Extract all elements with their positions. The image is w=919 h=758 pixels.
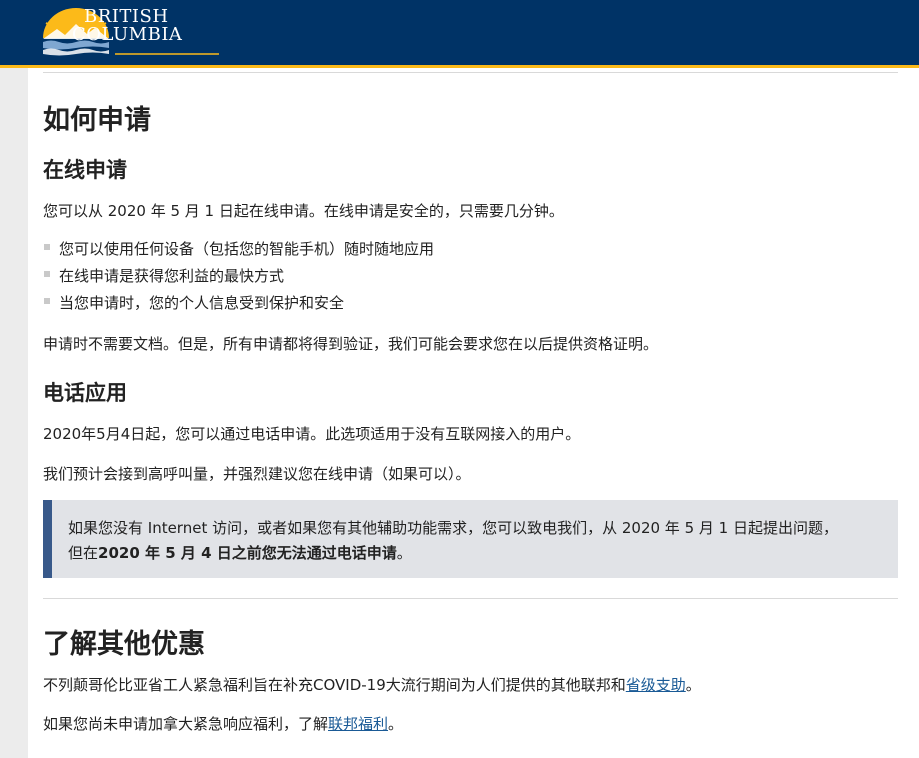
online-intro: 您可以从 2020 年 5 月 1 日起在线申请。在线申请是安全的，只需要几分钟… (43, 202, 564, 220)
section-divider (43, 598, 898, 599)
bullet-marker-icon (44, 271, 50, 277)
callout-line-1: 如果您没有 Internet 访问，或者如果您有其他辅助功能需求，您可以致电我们… (68, 519, 838, 537)
list-item: 当您申请时，您的个人信息受到保护和安全 (44, 292, 345, 313)
bullet-marker-icon (44, 244, 50, 250)
other-benefits-heading: 了解其他优惠 (43, 629, 205, 660)
federal-benefits-link[interactable]: 联邦福利 (328, 715, 388, 733)
list-item-text: 当您申请时，您的个人信息受到保护和安全 (59, 294, 345, 312)
page-title: 如何申请 (43, 105, 151, 136)
online-note: 申请时不需要文档。但是，所有申请都将得到验证，我们可能会要求您在以后提供资格证明… (43, 335, 659, 353)
other-paragraph-2: 如果您尚未申请加拿大紧急响应福利，了解联邦福利。 (43, 713, 403, 734)
phone-callout: 如果您没有 Internet 访问，或者如果您有其他辅助功能需求，您可以致电我们… (43, 500, 898, 578)
bc-logo-wordmark: BRITISH COLUMBIA (72, 8, 182, 44)
phone-paragraph-1: 2020年5月4日起，您可以通过电话申请。此选项适用于没有互联网接入的用户。 (43, 425, 581, 443)
logo-line-2: COLUMBIA (72, 24, 183, 45)
top-divider (43, 72, 898, 73)
online-heading: 在线申请 (43, 158, 127, 182)
list-item-text: 您可以使用任何设备（包括您的智能手机）随时随地应用 (59, 240, 435, 258)
other-p1-text: 不列颠哥伦比亚省工人紧急福利旨在补充COVID-19大流行期间为人们提供的其他联… (43, 676, 626, 694)
phone-paragraph-2: 我们预计会接到高呼叫量，并强烈建议您在线申请（如果可以）。 (43, 465, 471, 483)
bullet-marker-icon (44, 298, 50, 304)
callout-prefix: 但在 (68, 544, 99, 562)
list-item: 在线申请是获得您利益的最快方式 (44, 265, 285, 286)
site-header: BRITISH COLUMBIA (0, 0, 919, 68)
content-panel: 如何申请 在线申请 您可以从 2020 年 5 月 1 日起在线申请。在线申请是… (28, 68, 919, 758)
callout-suffix: 。 (396, 544, 412, 562)
callout-line-2: 但在2020 年 5 月 4 日之前您无法通过电话申请。 (68, 542, 412, 563)
phone-heading: 电话应用 (43, 381, 127, 405)
list-item: 您可以使用任何设备（包括您的智能手机）随时随地应用 (44, 238, 435, 259)
other-p1-end: 。 (685, 676, 701, 694)
other-p2-text: 如果您尚未申请加拿大紧急响应福利，了解 (43, 715, 329, 733)
other-paragraph-1: 不列颠哥伦比亚省工人紧急福利旨在补充COVID-19大流行期间为人们提供的其他联… (43, 674, 701, 695)
callout-bold-date: 2020 年 5 月 4 日之前您无法通过电话申请 (98, 544, 397, 562)
list-item-text: 在线申请是获得您利益的最快方式 (59, 267, 285, 285)
provincial-support-link[interactable]: 省级支助 (626, 676, 686, 694)
other-p2-end: 。 (388, 715, 404, 733)
